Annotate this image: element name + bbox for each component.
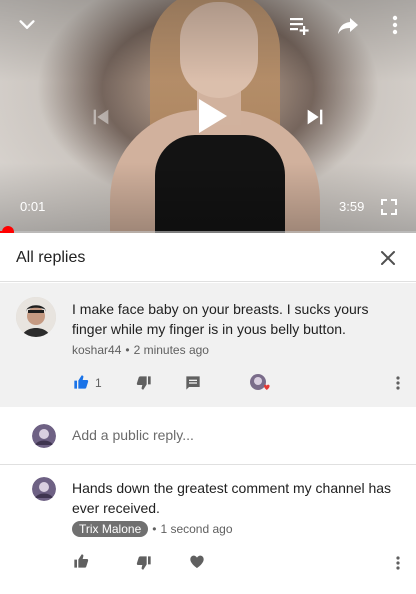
- avatar[interactable]: [16, 297, 56, 337]
- like-count: 1: [95, 376, 102, 390]
- thumbs-up-icon[interactable]: [70, 371, 92, 393]
- meta-separator: •: [152, 522, 157, 536]
- heart-icon[interactable]: [186, 551, 208, 573]
- replies-header: All replies: [0, 234, 416, 282]
- thumbs-down-icon[interactable]: [133, 552, 155, 574]
- share-icon[interactable]: [334, 12, 362, 38]
- fullscreen-icon[interactable]: [378, 196, 400, 218]
- parent-comment: I make face baby on your breasts. I suck…: [0, 283, 416, 407]
- comment-author[interactable]: koshar44: [72, 343, 121, 357]
- comment-more-icon[interactable]: [388, 552, 408, 574]
- comment-meta: koshar44 • 2 minutes ago: [72, 343, 209, 357]
- thumbs-down-icon[interactable]: [133, 372, 155, 394]
- close-icon[interactable]: [378, 248, 398, 268]
- video-player[interactable]: 0:01 3:59: [0, 0, 416, 233]
- comment-more-icon[interactable]: [388, 372, 408, 394]
- reply-comment: Hands down the greatest comment my chann…: [0, 466, 416, 594]
- meta-separator: •: [125, 343, 130, 357]
- progress-scrubber[interactable]: [2, 226, 14, 233]
- next-icon[interactable]: [302, 104, 328, 130]
- reply-input[interactable]: Add a public reply...: [72, 427, 194, 443]
- thumbs-up-icon[interactable]: [70, 550, 92, 572]
- duration: 3:59: [339, 199, 365, 214]
- comment-text: Hands down the greatest comment my chann…: [72, 480, 392, 516]
- user-avatar: [32, 424, 56, 448]
- comment-time: 2 minutes ago: [133, 343, 209, 357]
- reply-icon[interactable]: [182, 372, 204, 394]
- previous-icon: [88, 104, 114, 130]
- reply-input-row[interactable]: Add a public reply...: [0, 407, 416, 465]
- chevron-down-icon[interactable]: [14, 12, 40, 38]
- current-time: 0:01: [20, 199, 46, 214]
- progress-bar[interactable]: [0, 226, 416, 233]
- more-options-icon[interactable]: [384, 12, 406, 38]
- add-to-playlist-icon[interactable]: [286, 12, 314, 38]
- comment-text: I make face baby on your breasts. I suck…: [72, 301, 369, 337]
- play-icon[interactable]: [192, 96, 232, 136]
- replies-title: All replies: [16, 249, 86, 266]
- avatar[interactable]: [32, 477, 56, 501]
- comment-meta: Trix Malone • 1 second ago: [72, 521, 233, 537]
- comment-time: 1 second ago: [160, 522, 233, 536]
- creator-heart-icon: [248, 372, 272, 396]
- author-badge[interactable]: Trix Malone: [72, 521, 149, 537]
